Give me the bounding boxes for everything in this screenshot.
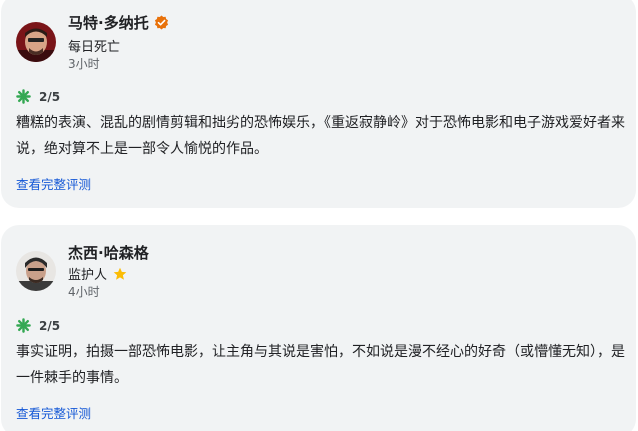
score-text: 2/5 xyxy=(39,318,61,333)
publication-text: 每日死亡 xyxy=(68,40,121,55)
author-photo-icon xyxy=(16,22,56,62)
full-review-link[interactable]: 查看完整评测 xyxy=(16,174,91,193)
review-time: 4小时 xyxy=(68,285,100,299)
author-avatar[interactable] xyxy=(16,22,56,62)
publication-name[interactable]: 监护人 xyxy=(68,264,127,283)
review-score: 2/5 xyxy=(16,89,60,104)
publication-name[interactable]: 每日死亡 xyxy=(68,36,120,55)
author-name-text: 杰西·哈森格 xyxy=(68,244,149,262)
score-text: 2/5 xyxy=(39,89,61,104)
splat-icon xyxy=(16,89,31,104)
review-score: 2/5 xyxy=(16,318,60,333)
author-name[interactable]: 马特·多纳托 xyxy=(68,12,169,33)
review-card: 杰西·哈森格 监护人 4小时 2/5 事实证明，拍摄一部恐怖电影，让主角与其说是… xyxy=(1,225,636,431)
review-text: 事实证明，拍摄一部恐怖电影，让主角与其说是害怕，不如说是漫不经心的好奇（或懵懂无… xyxy=(16,344,625,386)
author-avatar[interactable] xyxy=(16,251,56,291)
review-card: 马特·多纳托 每日死亡 3小时 2/5 糟糕的表演、混乱的剧情剪辑和拙劣的恐怖娱… xyxy=(1,0,636,208)
splat-icon xyxy=(16,318,31,333)
author-name-text: 马特·多纳托 xyxy=(68,14,149,32)
author-name[interactable]: 杰西·哈森格 xyxy=(68,242,149,263)
publication-text: 监护人 xyxy=(68,268,108,283)
review-text: 糟糕的表演、混乱的剧情剪辑和拙劣的恐怖娱乐，《重返寂静岭》对于恐怖电影和电子游戏… xyxy=(16,115,625,157)
full-review-link[interactable]: 查看完整评测 xyxy=(16,403,91,422)
author-photo-icon xyxy=(16,251,56,291)
verified-icon xyxy=(154,15,168,30)
star-icon xyxy=(113,267,127,280)
review-time: 3小时 xyxy=(68,57,100,71)
